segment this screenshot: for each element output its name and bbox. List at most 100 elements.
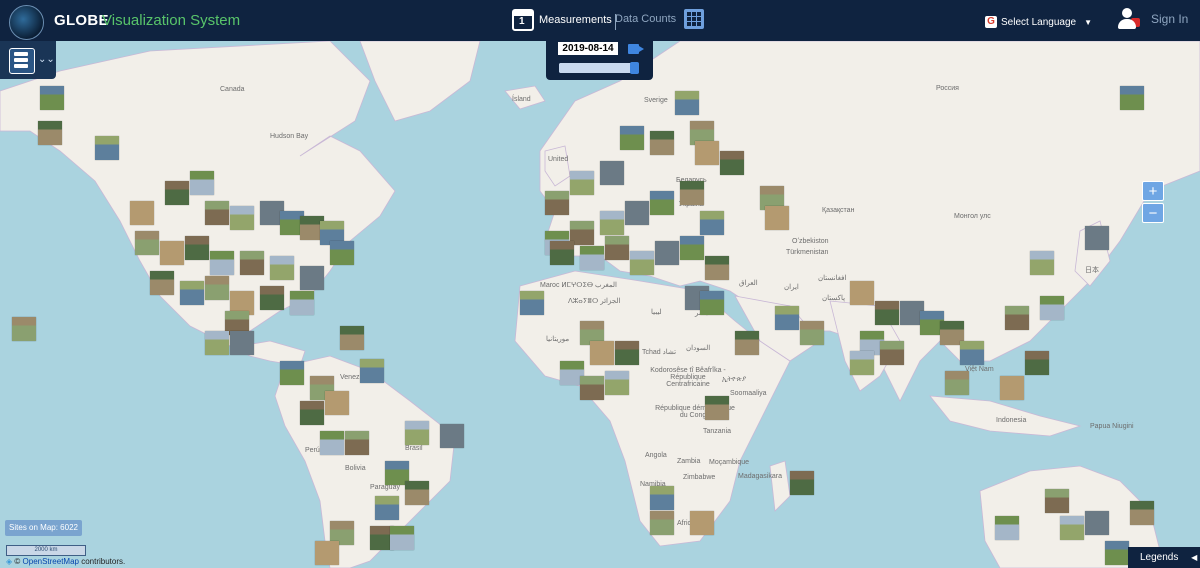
site-photo-marker[interactable] [210, 251, 234, 275]
site-photo-marker[interactable] [1045, 489, 1069, 513]
site-photo-marker[interactable] [620, 126, 644, 150]
site-photo-marker[interactable] [95, 136, 119, 160]
site-photo-marker[interactable] [260, 286, 284, 310]
site-photo-marker[interactable] [360, 359, 384, 383]
site-photo-marker[interactable] [205, 276, 229, 300]
site-photo-marker[interactable] [230, 331, 254, 355]
site-photo-marker[interactable] [40, 86, 64, 110]
language-select[interactable]: G Select Language ▼ [985, 16, 1092, 28]
site-photo-marker[interactable] [315, 541, 339, 565]
site-photo-marker[interactable] [695, 141, 719, 165]
site-photo-marker[interactable] [655, 241, 679, 265]
site-photo-marker[interactable] [180, 281, 204, 305]
zoom-in-button[interactable]: + [1142, 181, 1164, 201]
world-map[interactable]: Canada Hudson Bay Ísland Sverige Россия Unite… [0, 41, 1200, 568]
site-photo-marker[interactable] [590, 341, 614, 365]
site-photo-marker[interactable] [580, 376, 604, 400]
site-photo-marker[interactable] [330, 241, 354, 265]
site-photo-marker[interactable] [650, 511, 674, 535]
site-photo-marker[interactable] [600, 161, 624, 185]
site-photo-marker[interactable] [680, 181, 704, 205]
site-photo-marker[interactable] [720, 151, 744, 175]
site-photo-marker[interactable] [945, 371, 969, 395]
site-photo-marker[interactable] [205, 331, 229, 355]
site-photo-marker[interactable] [545, 191, 569, 215]
zoom-out-button[interactable]: − [1142, 203, 1164, 223]
site-photo-marker[interactable] [700, 291, 724, 315]
site-photo-marker[interactable] [190, 171, 214, 195]
signin-button[interactable]: Sign In [1117, 8, 1188, 30]
site-photo-marker[interactable] [650, 131, 674, 155]
site-photo-marker[interactable] [320, 431, 344, 455]
layers-button[interactable]: ⌄⌄ [0, 41, 56, 79]
site-photo-marker[interactable] [520, 291, 544, 315]
site-photo-marker[interactable] [1030, 251, 1054, 275]
site-photo-marker[interactable] [160, 241, 184, 265]
site-photo-marker[interactable] [1005, 306, 1029, 330]
site-photo-marker[interactable] [680, 236, 704, 260]
site-photo-marker[interactable] [390, 526, 414, 550]
site-photo-marker[interactable] [1085, 511, 1109, 535]
current-date[interactable]: 2019-08-14 [558, 42, 618, 55]
site-photo-marker[interactable] [340, 326, 364, 350]
site-photo-marker[interactable] [690, 511, 714, 535]
site-photo-marker[interactable] [605, 371, 629, 395]
site-photo-marker[interactable] [165, 181, 189, 205]
site-photo-marker[interactable] [135, 231, 159, 255]
site-photo-marker[interactable] [240, 251, 264, 275]
site-photo-marker[interactable] [440, 424, 464, 448]
site-photo-marker[interactable] [1060, 516, 1084, 540]
site-photo-marker[interactable] [325, 391, 349, 415]
site-photo-marker[interactable] [185, 236, 209, 260]
site-photo-marker[interactable] [800, 321, 824, 345]
site-photo-marker[interactable] [205, 201, 229, 225]
site-photo-marker[interactable] [850, 351, 874, 375]
site-photo-marker[interactable] [1025, 351, 1049, 375]
site-photo-marker[interactable] [1120, 86, 1144, 110]
site-photo-marker[interactable] [875, 301, 899, 325]
site-photo-marker[interactable] [12, 317, 36, 341]
slider-thumb[interactable] [630, 62, 639, 74]
site-photo-marker[interactable] [850, 281, 874, 305]
site-photo-marker[interactable] [345, 431, 369, 455]
site-photo-marker[interactable] [605, 236, 629, 260]
site-photo-marker[interactable] [1130, 501, 1154, 525]
osm-link[interactable]: OpenStreetMap [23, 557, 79, 566]
site-photo-marker[interactable] [675, 91, 699, 115]
date-slider[interactable] [559, 62, 639, 74]
globe-logo-icon[interactable] [9, 5, 44, 40]
site-photo-marker[interactable] [550, 241, 574, 265]
site-photo-marker[interactable] [290, 291, 314, 315]
site-photo-marker[interactable] [700, 211, 724, 235]
site-photo-marker[interactable] [280, 361, 304, 385]
site-photo-marker[interactable] [1105, 541, 1129, 565]
site-photo-marker[interactable] [300, 401, 324, 425]
site-photo-marker[interactable] [405, 481, 429, 505]
site-photo-marker[interactable] [300, 266, 324, 290]
site-photo-marker[interactable] [735, 331, 759, 355]
site-photo-marker[interactable] [960, 341, 984, 365]
data-counts-tab[interactable]: Data Counts [615, 9, 705, 29]
site-photo-marker[interactable] [130, 201, 154, 225]
site-photo-marker[interactable] [570, 171, 594, 195]
site-photo-marker[interactable] [600, 211, 624, 235]
site-photo-marker[interactable] [775, 306, 799, 330]
measurements-tab[interactable]: 1 Measurements [512, 9, 612, 31]
site-photo-marker[interactable] [580, 246, 604, 270]
site-photo-marker[interactable] [375, 496, 399, 520]
video-camera-icon[interactable] [628, 44, 639, 54]
site-photo-marker[interactable] [880, 341, 904, 365]
site-photo-marker[interactable] [650, 191, 674, 215]
site-photo-marker[interactable] [615, 341, 639, 365]
site-photo-marker[interactable] [650, 486, 674, 510]
site-photo-marker[interactable] [1040, 296, 1064, 320]
site-photo-marker[interactable] [1085, 226, 1109, 250]
site-photo-marker[interactable] [405, 421, 429, 445]
site-photo-marker[interactable] [150, 271, 174, 295]
site-photo-marker[interactable] [765, 206, 789, 230]
site-photo-marker[interactable] [705, 396, 729, 420]
site-photo-marker[interactable] [790, 471, 814, 495]
site-photo-marker[interactable] [705, 256, 729, 280]
site-photo-marker[interactable] [625, 201, 649, 225]
site-photo-marker[interactable] [230, 206, 254, 230]
